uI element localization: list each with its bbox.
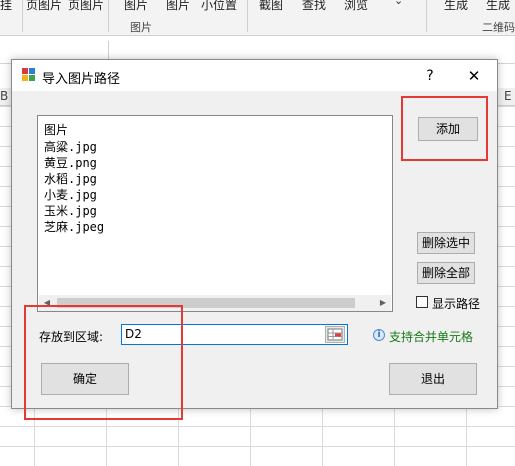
help-button[interactable]: ?	[416, 64, 444, 88]
ribbon-item[interactable]: 查找	[302, 0, 326, 13]
delete-selected-button[interactable]: 删除选中	[417, 232, 475, 254]
ribbon-separator	[426, 0, 427, 32]
scroll-right-icon[interactable]: ▶	[375, 295, 391, 311]
app-icon	[22, 68, 35, 81]
column-letter-e: E	[504, 89, 512, 103]
list-item[interactable]: 玉米.jpg	[44, 203, 104, 219]
ribbon-item[interactable]: 截图	[259, 0, 283, 13]
exit-button[interactable]: 退出	[389, 363, 477, 395]
ribbon-group-label: 图片	[130, 21, 152, 34]
dialog-title: 导入图片路径	[42, 72, 121, 87]
ribbon-item[interactable]: 页图片	[26, 0, 62, 13]
highlight-box-add	[401, 96, 488, 161]
close-button[interactable]: ✕	[460, 64, 488, 88]
delete-all-button[interactable]: 删除全部	[417, 262, 475, 284]
info-icon: i	[373, 329, 385, 341]
ribbon-item[interactable]: 图片	[124, 0, 148, 13]
ribbon-item[interactable]: 生成	[486, 0, 510, 13]
chevron-down-icon[interactable]: ⌄	[394, 0, 403, 7]
excel-ribbon: 挂 页图片 页图片 图片 图片 小位置 截图 查找 浏览 ⌄ 生成 生成 图片 …	[0, 0, 515, 36]
list-item[interactable]: 小麦.jpg	[44, 187, 104, 203]
formula-input[interactable]	[108, 41, 515, 61]
ribbon-item[interactable]: 挂	[0, 0, 12, 13]
ribbon-item[interactable]: 生成	[444, 0, 468, 13]
range-picker-icon[interactable]	[325, 326, 345, 343]
merge-cells-note: 支持合并单元格	[389, 330, 474, 344]
list-item[interactable]: 黄豆.png	[44, 155, 104, 171]
ribbon-item[interactable]: 页图片	[68, 0, 104, 13]
dialog-titlebar[interactable]: 导入图片路径 ? ✕	[12, 60, 497, 91]
highlight-box-ok	[24, 305, 183, 420]
ribbon-separator	[108, 0, 109, 32]
ribbon-item[interactable]: 小位置	[201, 0, 237, 13]
ribbon-group-label: 二维码	[482, 21, 515, 34]
list-item[interactable]: 水稻.jpg	[44, 171, 104, 187]
show-path-label[interactable]: 显示路径	[432, 295, 480, 312]
column-letter-b: B	[0, 89, 9, 103]
image-list-items: 高粱.jpg 黄豆.png 水稻.jpg 小麦.jpg 玉米.jpg 芝麻.jp…	[44, 139, 104, 235]
list-item[interactable]: 芝麻.jpeg	[44, 219, 104, 235]
checkbox-box[interactable]	[416, 296, 428, 308]
list-header: 图片	[44, 123, 69, 137]
ribbon-item[interactable]: 图片	[166, 0, 190, 13]
ribbon-item[interactable]: 浏览	[344, 0, 368, 13]
list-item[interactable]: 高粱.jpg	[44, 139, 104, 155]
ribbon-separator	[247, 0, 248, 32]
ribbon-separator	[22, 0, 23, 32]
image-list[interactable]: 图片 高粱.jpg 黄豆.png 水稻.jpg 小麦.jpg 玉米.jpg 芝麻…	[37, 115, 393, 312]
